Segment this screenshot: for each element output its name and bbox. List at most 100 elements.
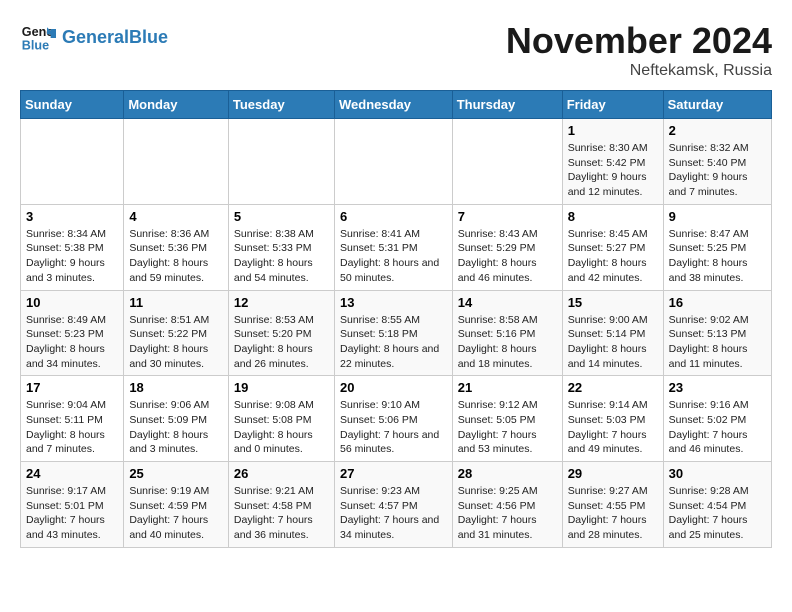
calendar-cell: 5 Sunrise: 8:38 AM Sunset: 5:33 PM Daylig…: [228, 204, 334, 290]
calendar-cell: 27 Sunrise: 9:23 AM Sunset: 4:57 PM Dayli…: [334, 462, 452, 548]
calendar-cell: 7Sunrise: 8:43 AM Sunset: 5:29 PM Daylig…: [452, 204, 562, 290]
day-number: 9: [669, 209, 766, 224]
day-number: 6: [340, 209, 447, 224]
day-number: 30: [669, 466, 766, 481]
day-number: 19: [234, 380, 329, 395]
day-number: 2: [669, 123, 766, 138]
calendar-cell: 13 Sunrise: 8:55 AM Sunset: 5:18 PM Dayli…: [334, 290, 452, 376]
calendar-cell: 15 Sunrise: 9:00 AM Sunset: 5:14 PM Dayli…: [562, 290, 663, 376]
calendar-cell: 3 Sunrise: 8:34 AM Sunset: 5:38 PM Daylig…: [21, 204, 124, 290]
day-info: Sunrise: 8:32 AM Sunset: 5:40 PM Dayligh…: [669, 141, 766, 200]
header-friday: Friday: [562, 91, 663, 119]
calendar-cell: 24Sunrise: 9:17 AM Sunset: 5:01 PM Dayli…: [21, 462, 124, 548]
calendar-week-5: 24Sunrise: 9:17 AM Sunset: 5:01 PM Dayli…: [21, 462, 772, 548]
day-info: Sunrise: 8:30 AM Sunset: 5:42 PM Dayligh…: [568, 141, 658, 200]
day-info: Sunrise: 9:02 AM Sunset: 5:13 PM Dayligh…: [669, 313, 766, 372]
day-info: Sunrise: 9:14 AM Sunset: 5:03 PM Dayligh…: [568, 398, 658, 457]
weekday-header-row: Sunday Monday Tuesday Wednesday Thursday…: [21, 91, 772, 119]
calendar-week-1: 1 Sunrise: 8:30 AM Sunset: 5:42 PM Daylig…: [21, 119, 772, 205]
day-info: Sunrise: 9:12 AM Sunset: 5:05 PM Dayligh…: [458, 398, 557, 457]
day-number: 27: [340, 466, 447, 481]
calendar-cell: 17 Sunrise: 9:04 AM Sunset: 5:11 PM Dayli…: [21, 376, 124, 462]
day-number: 5: [234, 209, 329, 224]
day-number: 10: [26, 295, 118, 310]
day-number: 29: [568, 466, 658, 481]
day-number: 1: [568, 123, 658, 138]
calendar-cell: 22 Sunrise: 9:14 AM Sunset: 5:03 PM Dayli…: [562, 376, 663, 462]
day-info: Sunrise: 9:06 AM Sunset: 5:09 PM Dayligh…: [129, 398, 223, 457]
day-number: 16: [669, 295, 766, 310]
calendar-cell: 8 Sunrise: 8:45 AM Sunset: 5:27 PM Daylig…: [562, 204, 663, 290]
day-info: Sunrise: 9:10 AM Sunset: 5:06 PM Dayligh…: [340, 398, 447, 457]
calendar-cell: 1 Sunrise: 8:30 AM Sunset: 5:42 PM Daylig…: [562, 119, 663, 205]
day-number: 8: [568, 209, 658, 224]
day-number: 14: [458, 295, 557, 310]
day-info: Sunrise: 8:53 AM Sunset: 5:20 PM Dayligh…: [234, 313, 329, 372]
day-number: 21: [458, 380, 557, 395]
calendar-cell: 20Sunrise: 9:10 AM Sunset: 5:06 PM Dayli…: [334, 376, 452, 462]
calendar-cell: [21, 119, 124, 205]
logo-line1: GeneralBlue: [62, 28, 168, 48]
day-info: Sunrise: 8:34 AM Sunset: 5:38 PM Dayligh…: [26, 227, 118, 286]
calendar-cell: [124, 119, 229, 205]
header-tuesday: Tuesday: [228, 91, 334, 119]
day-number: 13: [340, 295, 447, 310]
day-number: 3: [26, 209, 118, 224]
day-info: Sunrise: 8:51 AM Sunset: 5:22 PM Dayligh…: [129, 313, 223, 372]
day-number: 24: [26, 466, 118, 481]
day-info: Sunrise: 9:04 AM Sunset: 5:11 PM Dayligh…: [26, 398, 118, 457]
day-number: 22: [568, 380, 658, 395]
day-number: 11: [129, 295, 223, 310]
calendar-cell: 10 Sunrise: 8:49 AM Sunset: 5:23 PM Dayli…: [21, 290, 124, 376]
day-info: Sunrise: 8:41 AM Sunset: 5:31 PM Dayligh…: [340, 227, 447, 286]
location: Neftekamsk, Russia: [506, 62, 772, 80]
calendar-cell: 18 Sunrise: 9:06 AM Sunset: 5:09 PM Dayli…: [124, 376, 229, 462]
day-info: Sunrise: 9:21 AM Sunset: 4:58 PM Dayligh…: [234, 484, 329, 543]
calendar-cell: 30Sunrise: 9:28 AM Sunset: 4:54 PM Dayli…: [663, 462, 771, 548]
day-info: Sunrise: 8:45 AM Sunset: 5:27 PM Dayligh…: [568, 227, 658, 286]
header-sunday: Sunday: [21, 91, 124, 119]
day-info: Sunrise: 9:08 AM Sunset: 5:08 PM Dayligh…: [234, 398, 329, 457]
day-number: 26: [234, 466, 329, 481]
day-info: Sunrise: 8:49 AM Sunset: 5:23 PM Dayligh…: [26, 313, 118, 372]
day-number: 23: [669, 380, 766, 395]
calendar-cell: [452, 119, 562, 205]
calendar-cell: 26 Sunrise: 9:21 AM Sunset: 4:58 PM Dayli…: [228, 462, 334, 548]
calendar-table: Sunday Monday Tuesday Wednesday Thursday…: [20, 90, 772, 548]
calendar-cell: 25Sunrise: 9:19 AM Sunset: 4:59 PM Dayli…: [124, 462, 229, 548]
day-info: Sunrise: 9:23 AM Sunset: 4:57 PM Dayligh…: [340, 484, 447, 543]
calendar-cell: 16 Sunrise: 9:02 AM Sunset: 5:13 PM Dayli…: [663, 290, 771, 376]
page-header: General Blue GeneralBlue November 2024 N…: [20, 20, 772, 80]
day-number: 18: [129, 380, 223, 395]
calendar-cell: 21 Sunrise: 9:12 AM Sunset: 5:05 PM Dayli…: [452, 376, 562, 462]
day-info: Sunrise: 8:58 AM Sunset: 5:16 PM Dayligh…: [458, 313, 557, 372]
svg-text:Blue: Blue: [22, 39, 49, 53]
day-info: Sunrise: 8:47 AM Sunset: 5:25 PM Dayligh…: [669, 227, 766, 286]
day-number: 7: [458, 209, 557, 224]
day-number: 17: [26, 380, 118, 395]
calendar-cell: 29 Sunrise: 9:27 AM Sunset: 4:55 PM Dayli…: [562, 462, 663, 548]
calendar-cell: 23 Sunrise: 9:16 AM Sunset: 5:02 PM Dayli…: [663, 376, 771, 462]
calendar-week-2: 3 Sunrise: 8:34 AM Sunset: 5:38 PM Daylig…: [21, 204, 772, 290]
calendar-cell: 14 Sunrise: 8:58 AM Sunset: 5:16 PM Dayli…: [452, 290, 562, 376]
calendar-week-4: 17 Sunrise: 9:04 AM Sunset: 5:11 PM Dayli…: [21, 376, 772, 462]
day-info: Sunrise: 8:36 AM Sunset: 5:36 PM Dayligh…: [129, 227, 223, 286]
day-info: Sunrise: 9:16 AM Sunset: 5:02 PM Dayligh…: [669, 398, 766, 457]
calendar-cell: 28Sunrise: 9:25 AM Sunset: 4:56 PM Dayli…: [452, 462, 562, 548]
day-number: 15: [568, 295, 658, 310]
calendar-cell: 19 Sunrise: 9:08 AM Sunset: 5:08 PM Dayli…: [228, 376, 334, 462]
day-info: Sunrise: 9:27 AM Sunset: 4:55 PM Dayligh…: [568, 484, 658, 543]
month-title: November 2024: [506, 20, 772, 62]
day-info: Sunrise: 8:38 AM Sunset: 5:33 PM Dayligh…: [234, 227, 329, 286]
calendar-cell: 11 Sunrise: 8:51 AM Sunset: 5:22 PM Dayli…: [124, 290, 229, 376]
header-thursday: Thursday: [452, 91, 562, 119]
calendar-cell: 12 Sunrise: 8:53 AM Sunset: 5:20 PM Dayli…: [228, 290, 334, 376]
day-info: Sunrise: 9:00 AM Sunset: 5:14 PM Dayligh…: [568, 313, 658, 372]
title-block: November 2024 Neftekamsk, Russia: [506, 20, 772, 80]
day-info: Sunrise: 8:55 AM Sunset: 5:18 PM Dayligh…: [340, 313, 447, 372]
header-wednesday: Wednesday: [334, 91, 452, 119]
day-number: 12: [234, 295, 329, 310]
header-monday: Monday: [124, 91, 229, 119]
day-number: 4: [129, 209, 223, 224]
calendar-cell: [334, 119, 452, 205]
